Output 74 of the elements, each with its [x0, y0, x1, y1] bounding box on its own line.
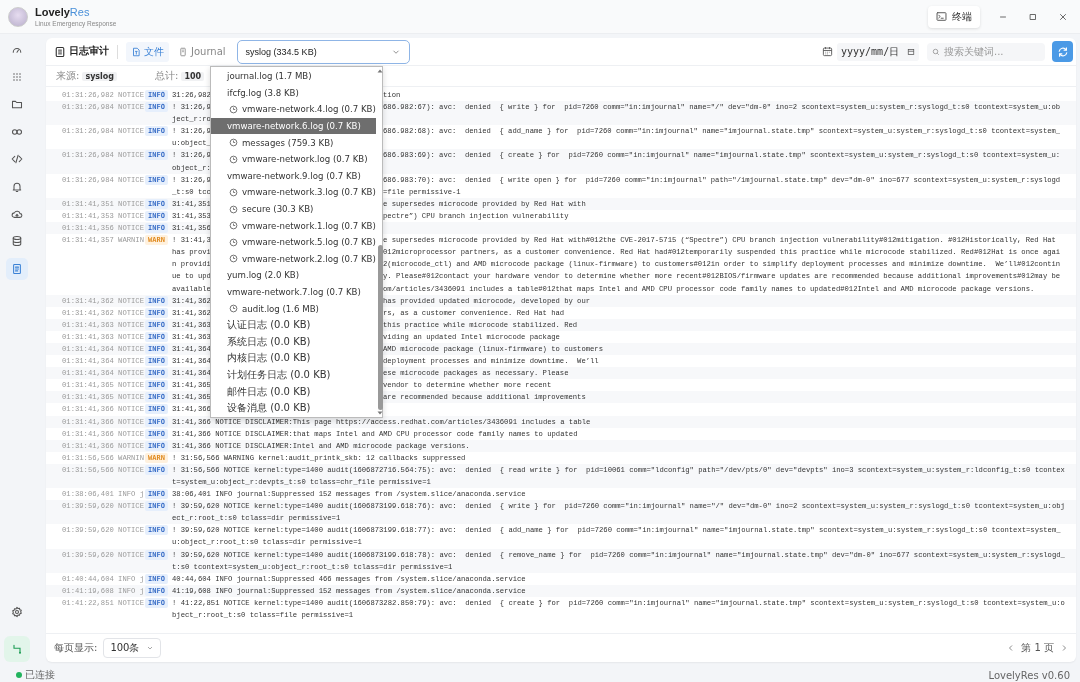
dropdown-option[interactable]: vmware-network.log (0.7 KB)	[211, 150, 376, 168]
page-size-select[interactable]: 100条	[103, 638, 162, 658]
dropdown-option[interactable]: vmware-network.5.log (0.7 KB)	[211, 233, 376, 251]
clock-icon	[229, 304, 238, 314]
dropdown-option[interactable]: 系统日志 (0.0 KB)	[211, 333, 376, 351]
clock-icon	[229, 237, 238, 247]
scroll-down-icon	[375, 409, 384, 417]
clock-icon	[229, 187, 238, 197]
avatar	[8, 6, 28, 27]
file-icon	[131, 46, 141, 57]
source-value: syslog	[82, 71, 118, 81]
total-label: 总计:	[155, 69, 179, 83]
dropdown-option[interactable]: 认证日志 (0.0 KB)	[211, 316, 376, 334]
connection-status: 已连接	[25, 668, 55, 682]
date-field[interactable]: yyyy/mm/日	[837, 42, 919, 61]
search-icon	[932, 47, 940, 56]
dropdown-option[interactable]: secure (30.3 KB)	[211, 200, 376, 218]
clock-icon	[229, 204, 238, 214]
tab[interactable]: 文件	[126, 41, 169, 62]
chevron-down-icon	[146, 644, 155, 652]
version-label: LovelyRes v0.60	[988, 669, 1070, 681]
dropdown-option[interactable]: messages (759.3 KB)	[211, 134, 376, 151]
total-value: 100	[181, 71, 205, 81]
app-name: LovelyRes	[35, 6, 91, 18]
terminal-button[interactable]: 终端	[928, 5, 980, 28]
refresh-button[interactable]	[1052, 41, 1073, 62]
dropdown-option[interactable]: yum.log (2.0 KB)	[211, 267, 376, 284]
scrollbar-thumb[interactable]	[377, 245, 383, 410]
clock-icon	[229, 154, 238, 164]
scroll-up-icon	[375, 67, 384, 75]
bell-icon	[10, 180, 23, 193]
page-number: 第 1 页	[1021, 641, 1054, 655]
page-title: 日志审计	[69, 45, 109, 58]
route-button[interactable]	[3, 636, 30, 662]
document-icon	[10, 262, 23, 275]
page-size-label: 每页显示:	[54, 641, 98, 655]
dropdown-option[interactable]: ifcfg.log (3.8 KB)	[211, 84, 376, 102]
connection-dot	[16, 672, 22, 678]
source-label: 来源:	[56, 69, 80, 83]
calendar-icon	[907, 47, 915, 56]
folder-icon	[10, 98, 23, 111]
close-icon	[1058, 11, 1068, 22]
sidebar-item[interactable]	[5, 257, 28, 280]
dropdown-option[interactable]: vmware-network.9.log (0.7 KB)	[211, 167, 376, 185]
database-icon	[10, 235, 23, 248]
calendar-icon	[822, 46, 833, 57]
dropdown-option[interactable]: vmware-network.7.log (0.7 KB)	[211, 283, 376, 301]
maximize-icon	[1028, 11, 1038, 22]
journal-icon	[178, 46, 188, 57]
tab[interactable]: Journal	[173, 43, 231, 60]
refresh-icon	[1056, 45, 1069, 58]
dropdown-option[interactable]: vmware-network.1.log (0.7 KB)	[211, 217, 376, 234]
terminal-icon	[936, 11, 947, 22]
dropdown-option[interactable]: journal.log (1.7 MB)	[211, 68, 376, 85]
dropdown-option[interactable]: 设备消息 (0.0 KB)	[211, 399, 376, 417]
clock-icon	[229, 105, 238, 114]
route-icon	[10, 643, 23, 655]
dropdown-option[interactable]: vmware-network.4.log (0.7 KB)	[211, 101, 376, 118]
grid-icon	[10, 71, 23, 84]
settings-icon	[10, 606, 23, 619]
dropdown-option[interactable]: vmware-network.2.log (0.7 KB)	[211, 250, 376, 268]
code-icon	[10, 153, 23, 166]
clock-icon	[229, 254, 238, 264]
clock-icon	[229, 221, 238, 231]
clock-icon	[229, 138, 238, 148]
dropdown-option[interactable]: vmware-network.3.log (0.7 KB)	[211, 184, 376, 201]
document-icon	[54, 45, 66, 58]
dropdown-option[interactable]: audit.log (1.6 MB)	[211, 300, 376, 317]
dropdown-option[interactable]: 计划任务日志 (0.0 KB)	[211, 366, 376, 384]
dropdown-option[interactable]: 内核日志 (0.0 KB)	[211, 350, 376, 367]
file-select[interactable]: syslog (334.5 KB)	[236, 39, 410, 64]
dropdown-option[interactable]: 邮件日志 (0.0 KB)	[211, 383, 376, 400]
chevron-right-icon	[1060, 644, 1068, 652]
dropdown-option[interactable]: vmware-network.6.log (0.7 KB)	[211, 117, 376, 135]
